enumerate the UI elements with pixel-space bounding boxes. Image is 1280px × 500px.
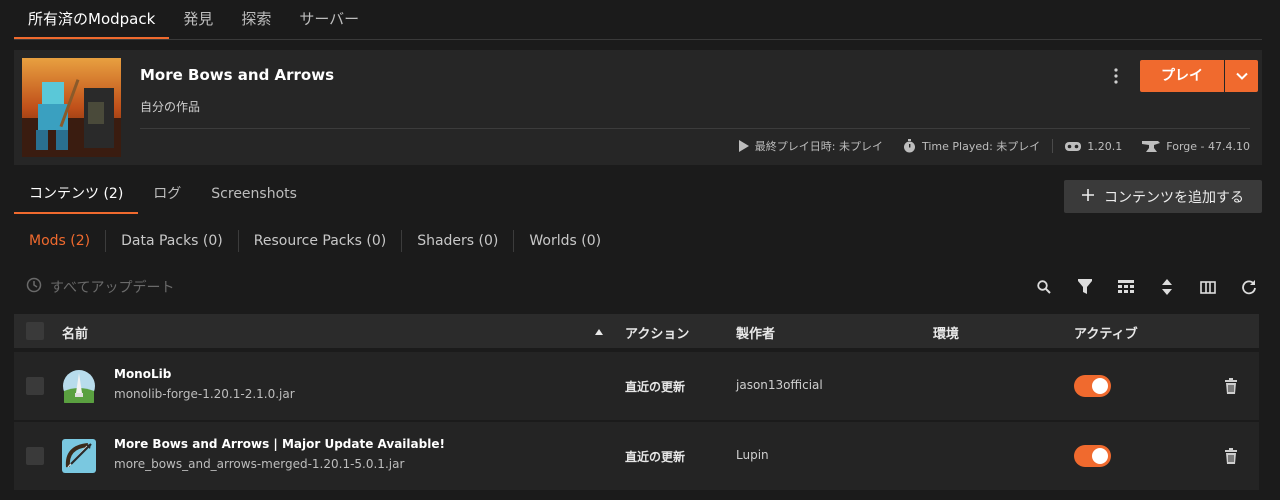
filter-mods[interactable]: Mods (2) bbox=[14, 230, 105, 252]
modpack-meta: 最終プレイ日時: 未プレイ Time Played: 未プレイ 1.20.1 F… bbox=[738, 138, 1250, 154]
density-icon[interactable] bbox=[1116, 277, 1136, 297]
bow-icon bbox=[62, 439, 96, 473]
mod-filename: monolib-forge-1.20.1-2.1.0.jar bbox=[114, 387, 295, 401]
column-active[interactable]: アクティブ bbox=[1074, 323, 1138, 342]
sort-icon[interactable] bbox=[1157, 277, 1177, 297]
tab-owned-modpacks[interactable]: 所有済のModpack bbox=[14, 0, 170, 39]
loader-version: Forge - 47.4.10 bbox=[1166, 139, 1250, 153]
play-button[interactable]: プレイ bbox=[1140, 60, 1224, 92]
toggle-knob bbox=[1092, 378, 1108, 394]
mod-action[interactable]: 直近の更新 bbox=[625, 378, 685, 395]
trash-icon[interactable] bbox=[1222, 377, 1240, 395]
modpack-subtitle: 自分の作品 bbox=[140, 100, 201, 114]
modpack-header-card: More Bows and Arrows 自分の作品 プレイ 最終プレイ日時: … bbox=[14, 50, 1262, 165]
add-content-button[interactable]: コンテンツを追加する bbox=[1064, 180, 1262, 213]
mod-filename: more_bows_and_arrows-merged-1.20.1-5.0.1… bbox=[114, 457, 405, 471]
time-played: Time Played: 未プレイ bbox=[921, 140, 1041, 153]
refresh-icon[interactable] bbox=[1239, 277, 1259, 297]
top-tabs: 所有済のModpack 発見 探索 サーバー bbox=[14, 0, 1262, 40]
mod-author[interactable]: jason13official bbox=[736, 378, 823, 392]
column-action[interactable]: アクション bbox=[625, 323, 689, 342]
add-content-label: コンテンツを追加する bbox=[1104, 189, 1244, 206]
last-played: 最終プレイ日時: 未プレイ bbox=[754, 140, 883, 153]
divider bbox=[140, 128, 1250, 129]
select-all-checkbox[interactable] bbox=[26, 322, 44, 340]
trash-icon[interactable] bbox=[1222, 447, 1240, 465]
gamepad-icon bbox=[1065, 141, 1082, 152]
play-icon bbox=[738, 140, 749, 152]
active-toggle[interactable] bbox=[1074, 375, 1111, 397]
tab-screenshots[interactable]: Screenshots bbox=[196, 178, 312, 214]
mod-name[interactable]: More Bows and Arrows | Major Update Avai… bbox=[114, 437, 445, 451]
table-row[interactable]: MonoLib monolib-forge-1.20.1-2.1.0.jar 直… bbox=[14, 352, 1259, 420]
search-icon[interactable] bbox=[1034, 277, 1054, 297]
update-all-label: すべてアップデート bbox=[50, 280, 175, 296]
filter-shaders[interactable]: Shaders (0) bbox=[401, 230, 513, 252]
column-name[interactable]: 名前 bbox=[62, 323, 88, 342]
toggle-knob bbox=[1092, 448, 1108, 464]
table-row[interactable]: More Bows and Arrows | Major Update Avai… bbox=[14, 422, 1259, 490]
content-filters: Mods (2) Data Packs (0) Resource Packs (… bbox=[14, 229, 616, 253]
sort-asc-icon[interactable] bbox=[595, 324, 603, 339]
play-dropdown-button[interactable] bbox=[1225, 60, 1258, 92]
modpack-thumbnail bbox=[22, 58, 121, 157]
filter-icon[interactable] bbox=[1075, 277, 1095, 297]
plus-icon bbox=[1082, 188, 1094, 205]
chevron-down-icon bbox=[1235, 72, 1248, 80]
divider bbox=[1052, 139, 1054, 153]
tab-servers[interactable]: サーバー bbox=[285, 0, 373, 39]
modpack-title: More Bows and Arrows bbox=[140, 66, 335, 84]
column-author[interactable]: 製作者 bbox=[736, 323, 775, 342]
columns-icon[interactable] bbox=[1198, 277, 1218, 297]
history-icon bbox=[26, 277, 42, 297]
mod-action[interactable]: 直近の更新 bbox=[625, 448, 685, 465]
column-environment[interactable]: 環境 bbox=[933, 323, 959, 342]
row-checkbox[interactable] bbox=[26, 377, 44, 395]
stopwatch-icon bbox=[903, 139, 916, 153]
table-header: 名前 アクション 製作者 環境 アクティブ bbox=[14, 314, 1259, 348]
monolib-icon bbox=[62, 369, 96, 403]
row-checkbox[interactable] bbox=[26, 447, 44, 465]
tab-logs[interactable]: ログ bbox=[138, 178, 196, 214]
mod-name[interactable]: MonoLib bbox=[114, 367, 295, 381]
tab-discover[interactable]: 発見 bbox=[169, 0, 227, 39]
filter-worlds[interactable]: Worlds (0) bbox=[513, 230, 616, 252]
content-tabs: コンテンツ (2) ログ Screenshots bbox=[14, 178, 312, 214]
table-toolbar bbox=[1034, 277, 1259, 297]
filter-data-packs[interactable]: Data Packs (0) bbox=[105, 230, 238, 252]
mod-author[interactable]: Lupin bbox=[736, 448, 769, 462]
anvil-icon bbox=[1142, 140, 1161, 152]
update-all-button[interactable]: すべてアップデート bbox=[26, 277, 174, 297]
tab-content[interactable]: コンテンツ (2) bbox=[14, 178, 139, 214]
filter-resource-packs[interactable]: Resource Packs (0) bbox=[237, 230, 401, 252]
more-options-icon[interactable] bbox=[1109, 64, 1123, 88]
tab-explore[interactable]: 探索 bbox=[227, 0, 285, 39]
active-toggle[interactable] bbox=[1074, 445, 1111, 467]
game-version: 1.20.1 bbox=[1087, 139, 1123, 153]
